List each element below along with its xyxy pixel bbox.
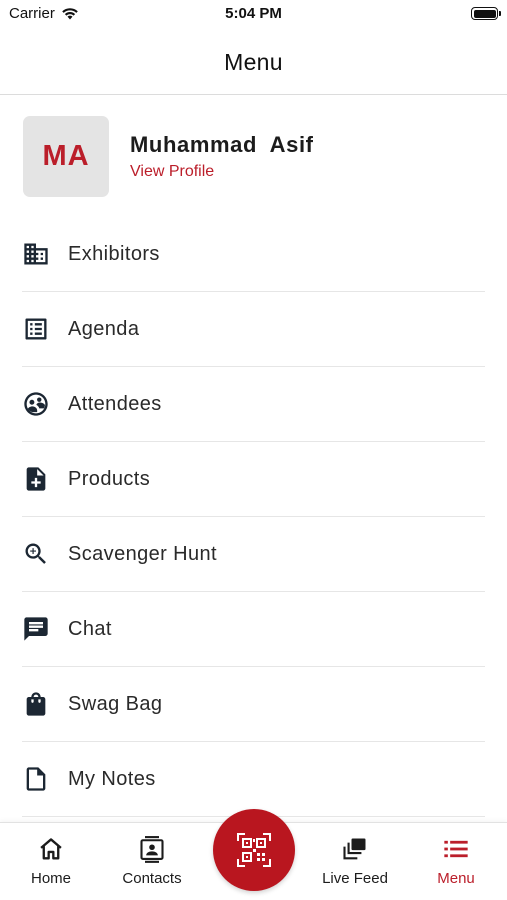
profile-info: Muhammad Asif View Profile [130,132,314,181]
menu-item-chat[interactable]: Chat [22,592,485,667]
status-bar: Carrier 5:04 PM [0,0,507,30]
menu-item-label: Scavenger Hunt [68,542,218,565]
document-icon [22,765,50,793]
tab-menu[interactable]: Menu [411,835,501,887]
qr-code-icon [237,833,271,867]
menu-item-label: Attendees [68,392,162,415]
menu-item-attendees[interactable]: Attendees [22,367,485,442]
tab-home[interactable]: Home [6,835,96,887]
menu-item-label: Agenda [68,317,140,340]
menu-item-scavenger-hunt[interactable]: Scavenger Hunt [22,517,485,592]
menu-item-agenda[interactable]: Agenda [22,292,485,367]
avatar[interactable]: MA [23,115,109,197]
qr-scan-button[interactable] [213,809,295,891]
clock: 5:04 PM [225,5,282,22]
tab-live-feed[interactable]: Live Feed [310,835,400,887]
menu-item-exhibitors[interactable]: Exhibitors [22,217,485,292]
menu-item-label: My Notes [68,767,156,790]
menu-item-label: Chat [68,617,112,640]
menu-list: Exhibitors Agenda Attendees Products Sca… [22,217,485,817]
menu-item-my-notes[interactable]: My Notes [22,742,485,817]
contacts-icon [140,836,164,863]
view-profile-link[interactable]: View Profile [130,163,314,181]
building-icon [22,240,50,268]
tab-label-home: Home [30,870,71,887]
nav-header: Menu [0,30,507,95]
list-icon [22,315,50,343]
chat-icon [22,615,50,643]
profile-name: Muhammad Asif [130,131,314,157]
zoom-in-icon [22,540,50,568]
shopping-bag-icon [22,690,50,718]
menu-item-label: Swag Bag [68,692,163,715]
battery-icon [471,7,501,20]
home-icon [40,838,62,860]
menu-item-label: Products [68,467,151,490]
menu-list-icon [444,840,468,858]
live-feed-icon [343,838,366,860]
add-document-icon [22,465,50,493]
tab-label-contacts: Contacts [122,870,182,887]
tab-contacts[interactable]: Contacts [107,835,197,887]
page-title: Menu [224,48,283,75]
people-icon [22,390,50,418]
tab-label-menu: Menu [437,870,475,887]
tab-bar: Home Contacts Live Feed Menu [0,809,507,900]
profile-card[interactable]: MA Muhammad Asif View Profile [23,115,485,197]
tab-label-live-feed: Live Feed [322,870,388,887]
menu-item-label: Exhibitors [68,242,160,265]
menu-item-products[interactable]: Products [22,442,485,517]
menu-item-swag-bag[interactable]: Swag Bag [22,667,485,742]
